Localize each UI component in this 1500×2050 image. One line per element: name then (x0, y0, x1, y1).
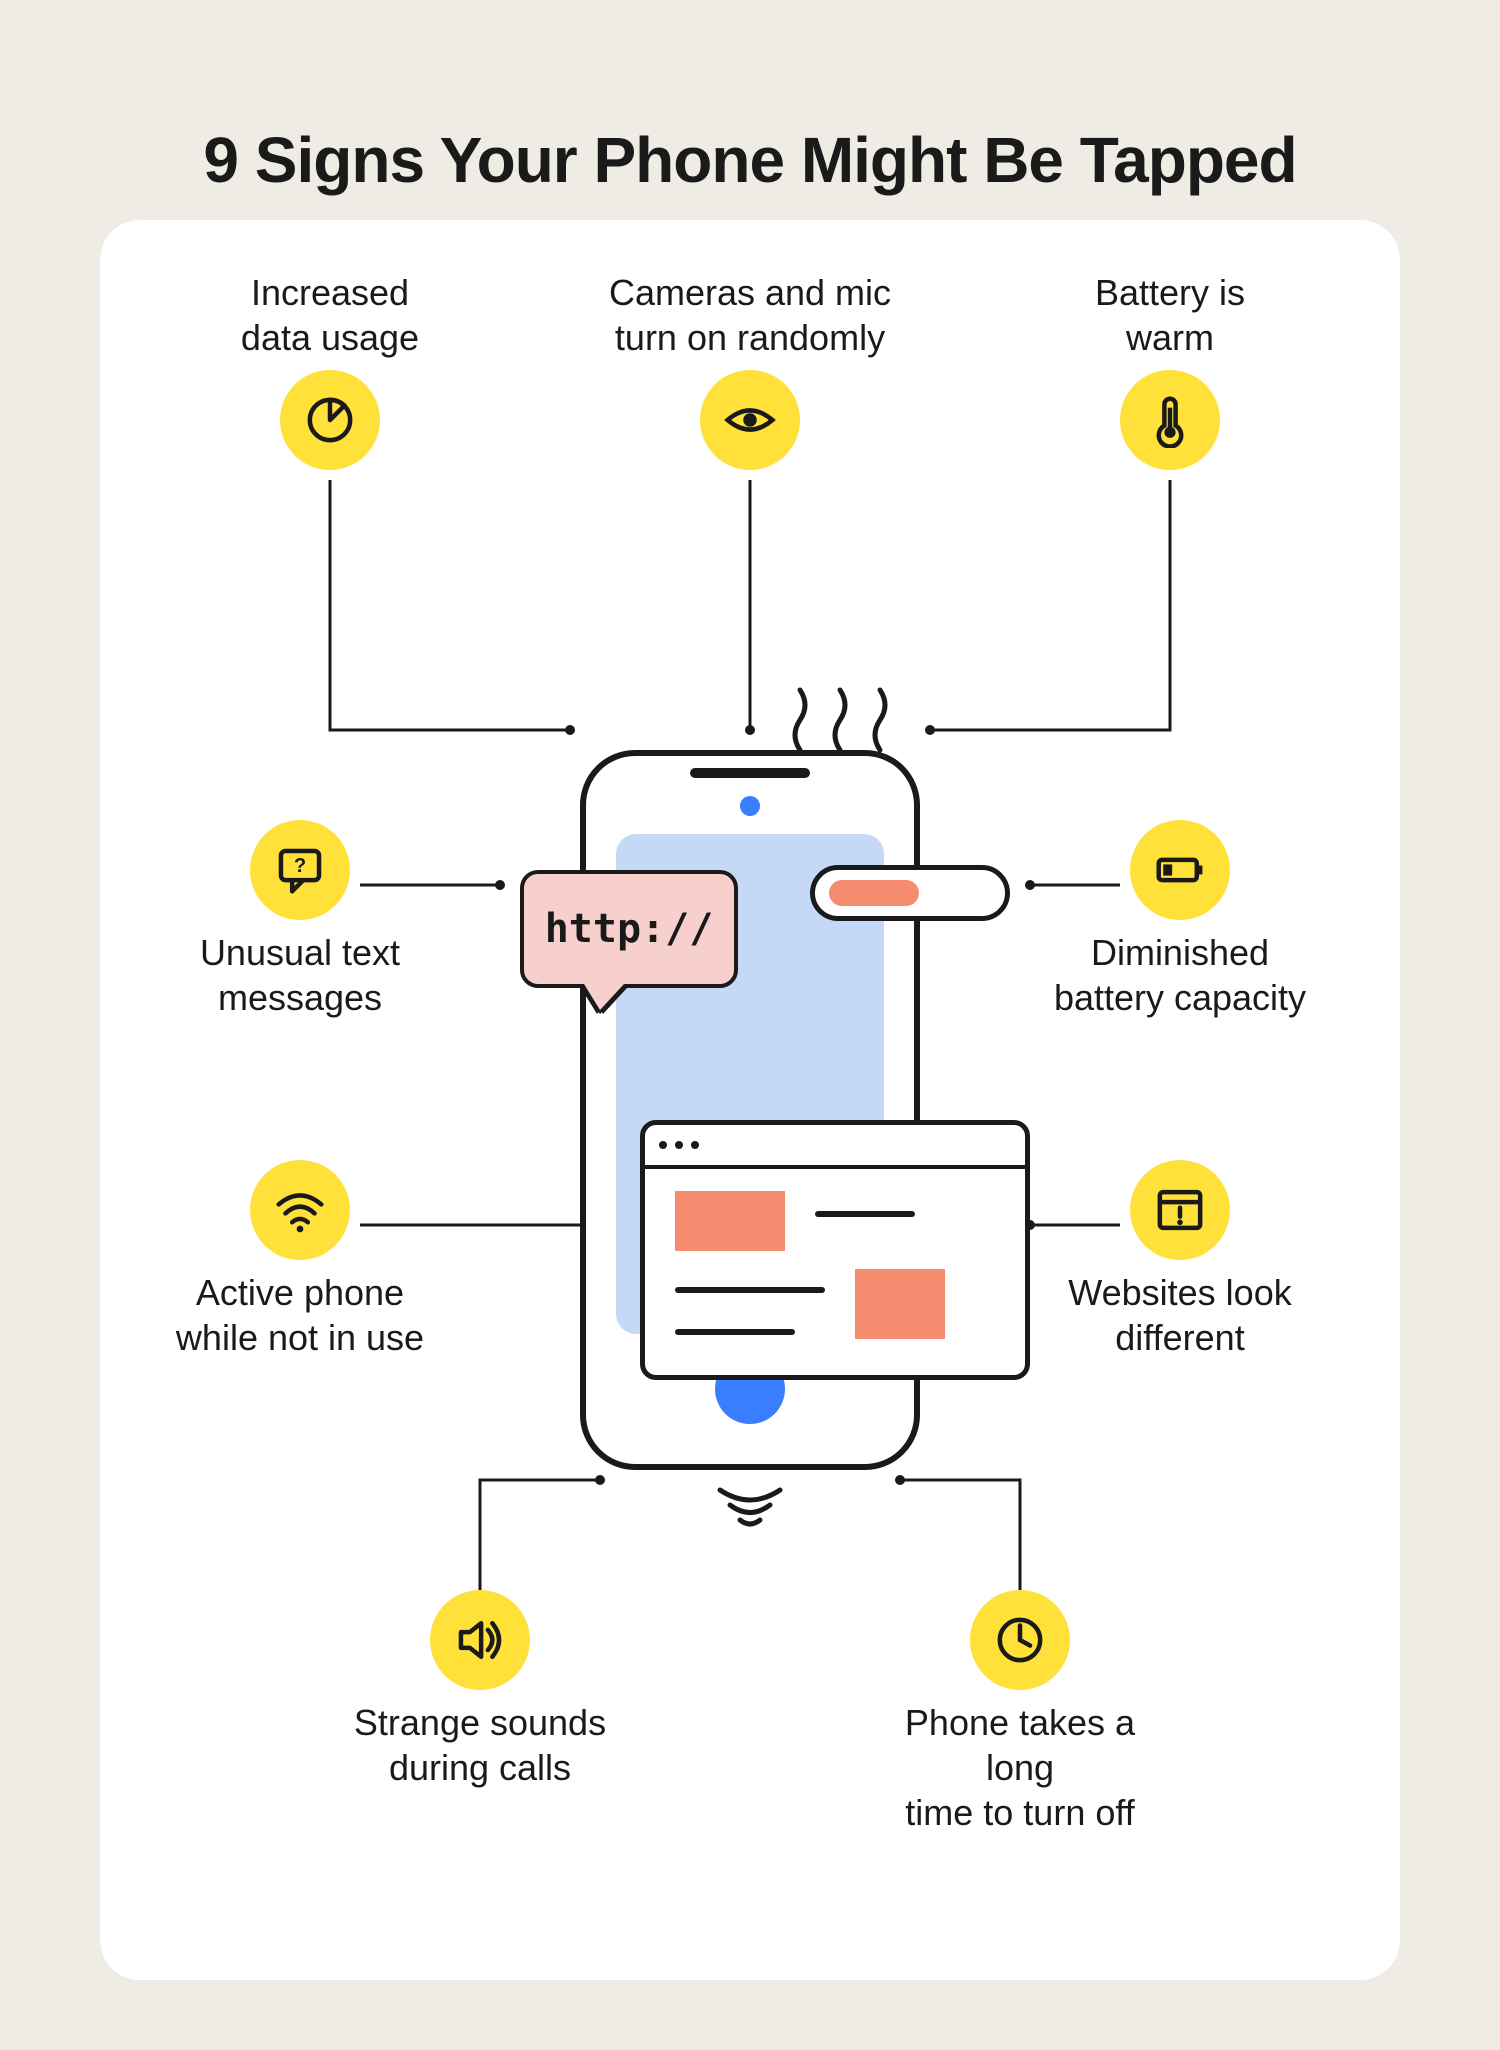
wifi-icon (250, 1160, 350, 1260)
thermometer-icon (1120, 370, 1220, 470)
bubble-text: http:// (545, 906, 714, 952)
sign-battery-warm: Battery iswarm (1020, 260, 1320, 470)
sign-battery-capacity-label: Diminishedbattery capacity (1030, 930, 1330, 1020)
eye-icon (700, 370, 800, 470)
battery-pill (810, 865, 1010, 921)
sign-battery-warm-label: Battery iswarm (1020, 270, 1320, 360)
battery-pill-fill (829, 880, 919, 906)
sign-unusual-text-label: Unusual textmessages (150, 930, 450, 1020)
chat-question-icon: ? (250, 820, 350, 920)
sign-unusual-text: ? Unusual textmessages (150, 820, 450, 1030)
svg-text:?: ? (294, 855, 306, 877)
browser-titlebar (645, 1125, 1025, 1169)
sign-long-off: Phone takes a longtime to turn off (870, 1590, 1170, 1845)
browser-window (640, 1120, 1030, 1380)
page-title: 9 Signs Your Phone Might Be Tapped (0, 123, 1500, 197)
sign-websites: Websites lookdifferent (1030, 1160, 1330, 1370)
sign-long-off-label: Phone takes a longtime to turn off (870, 1700, 1170, 1835)
battery-low-icon (1130, 820, 1230, 920)
sign-strange-sounds: Strange soundsduring calls (330, 1590, 630, 1800)
sign-battery-capacity: Diminishedbattery capacity (1030, 820, 1330, 1030)
sign-active-idle: Active phonewhile not in use (150, 1160, 450, 1370)
sign-strange-sounds-label: Strange soundsduring calls (330, 1700, 630, 1790)
speaker-icon (430, 1590, 530, 1690)
infographic-card: http:// Increaseddata usage Cameras and … (100, 220, 1400, 1980)
phone-front-camera (740, 796, 760, 816)
http-speech-bubble: http:// (520, 870, 738, 988)
clock-icon (970, 1590, 1070, 1690)
sign-camera-mic: Cameras and micturn on randomly (600, 260, 900, 470)
sign-camera-mic-label: Cameras and micturn on randomly (600, 270, 900, 360)
window-alert-icon (1130, 1160, 1230, 1260)
pie-icon (280, 370, 380, 470)
sign-data-usage-label: Increaseddata usage (180, 270, 480, 360)
heat-waves-icon (780, 680, 900, 760)
phone-notch (690, 768, 810, 778)
sign-websites-label: Websites lookdifferent (1030, 1270, 1330, 1360)
sound-wave-icon (710, 1480, 790, 1535)
sign-active-idle-label: Active phonewhile not in use (150, 1270, 450, 1360)
sign-data-usage: Increaseddata usage (180, 260, 480, 470)
